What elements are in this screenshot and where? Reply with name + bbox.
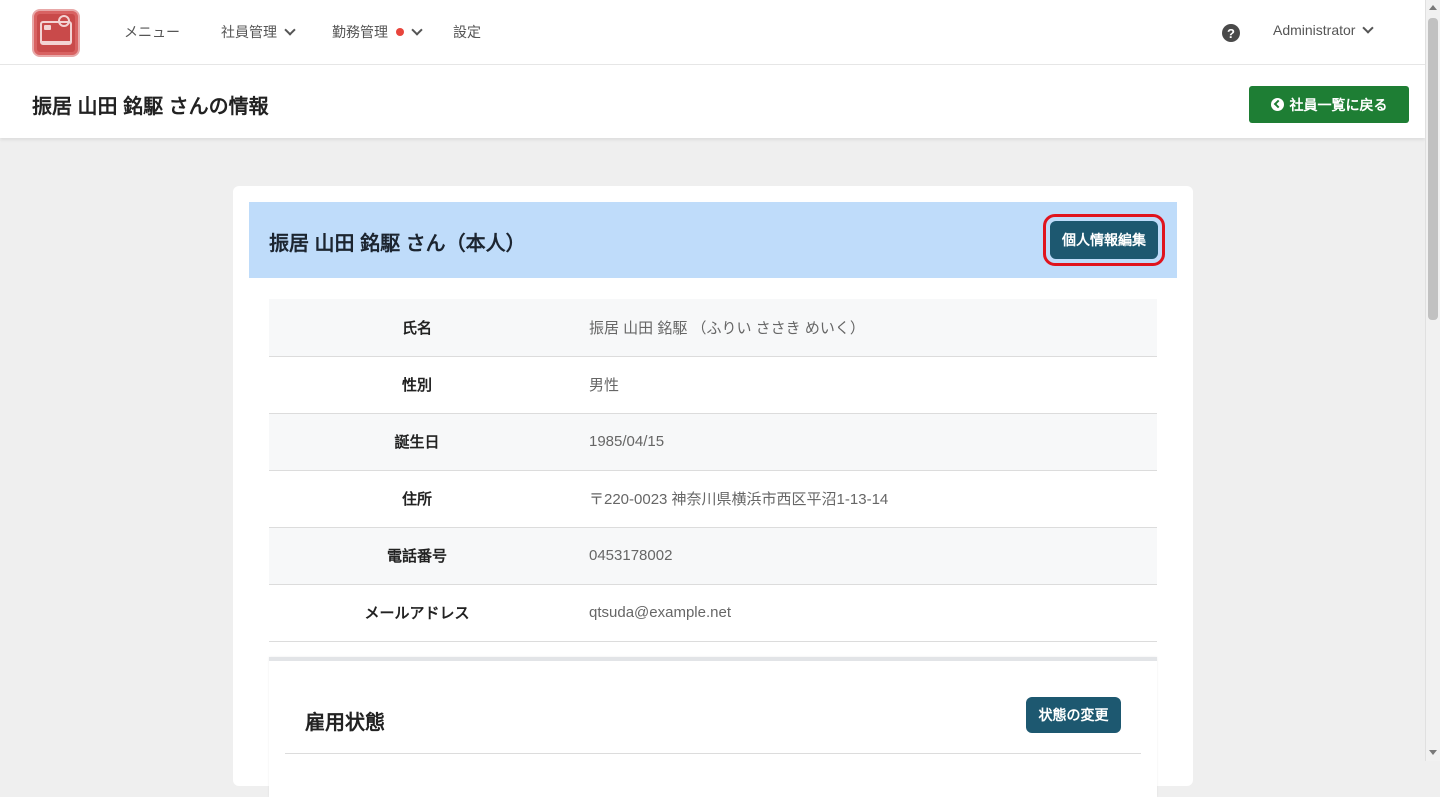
chevron-down-icon [284, 24, 296, 36]
page-header: 振居 山田 銘駆 さんの情報 社員一覧に戻る [0, 65, 1425, 138]
back-button-label: 社員一覧に戻る [1289, 96, 1388, 113]
row-value: qtsuda@example.net [589, 604, 731, 621]
table-row: 住所 〒220-0023 神奈川県横浜市西区平沼1-13-14 [269, 470, 1157, 527]
row-label: 誕生日 [394, 434, 440, 451]
row-label: メールアドレス [364, 605, 470, 622]
table-row: 誕生日 1985/04/15 [269, 413, 1157, 470]
row-value: 振居 山田 銘駆 （ふりい ささき めいく） [589, 319, 865, 337]
nav-employee-management[interactable]: 社員管理 [221, 22, 296, 42]
help-glyph: ? [1227, 25, 1235, 41]
row-label: 電話番号 [386, 548, 447, 565]
table-row: 氏名 振居 山田 銘駆 （ふりい ささき めいく） [269, 299, 1157, 356]
nav-settings-label: 設定 [453, 24, 481, 40]
chevron-down-icon [1362, 22, 1375, 34]
card-chip-icon [44, 25, 51, 30]
top-navbar: メニュー 社員管理 勤務管理 設定 ? Administrator [0, 0, 1425, 65]
lock-icon [58, 15, 70, 27]
page-title: 振居 山田 銘駆 さんの情報 [32, 96, 269, 118]
table-row: メールアドレス qtsuda@example.net [269, 584, 1157, 641]
card-title: 振居 山田 銘駆 さん（本人） [269, 233, 526, 255]
row-value: 男性 [589, 377, 620, 394]
card-header: 振居 山田 銘駆 さん（本人） 個人情報編集 [249, 202, 1177, 278]
scrollbar-thumb[interactable] [1428, 18, 1438, 320]
help-icon[interactable]: ? [1222, 24, 1240, 42]
user-name: Administrator [1273, 22, 1356, 38]
personal-info-table: 氏名 振居 山田 銘駆 （ふりい ささき めいく） 性別 男性 誕生日 1985… [269, 299, 1157, 642]
table-row: 電話番号 0453178002 [269, 527, 1157, 584]
employee-detail-card: 振居 山田 銘駆 さん（本人） 個人情報編集 氏名 振居 山田 銘駆 （ふりい … [233, 186, 1193, 797]
row-label: 住所 [401, 491, 432, 508]
row-value: 0453178002 [589, 547, 673, 564]
card-stripe-icon [42, 41, 70, 43]
scroll-down-arrow-icon[interactable] [1429, 750, 1437, 755]
row-value: 〒220-0023 神奈川県横浜市西区平沼1-13-14 [589, 491, 889, 508]
divider [285, 753, 1141, 754]
arrow-left-circle-icon [1270, 98, 1284, 111]
nav-employee-label: 社員管理 [221, 24, 277, 40]
employment-status-title: 雇用状態 [305, 712, 385, 734]
vertical-scrollbar[interactable] [1425, 0, 1440, 761]
nav-menu-label: メニュー [124, 24, 180, 40]
edit-personal-info-button[interactable]: 個人情報編集 [1050, 221, 1158, 259]
row-label: 氏名 [401, 319, 432, 337]
scroll-up-arrow-icon[interactable] [1429, 5, 1437, 10]
row-label: 性別 [401, 377, 432, 394]
nav-attendance-label: 勤務管理 [332, 24, 388, 40]
back-to-employee-list-button[interactable]: 社員一覧に戻る [1249, 86, 1409, 123]
highlight-ring: 個人情報編集 [1043, 214, 1165, 266]
employment-status-card: 雇用状態 状態の変更 [269, 657, 1157, 797]
table-row: 性別 男性 [269, 356, 1157, 413]
change-status-button[interactable]: 状態の変更 [1026, 697, 1121, 733]
row-value: 1985/04/15 [589, 433, 665, 450]
user-menu[interactable]: Administrator [1273, 22, 1375, 38]
nav-settings[interactable]: 設定 [453, 22, 481, 42]
app-logo[interactable] [32, 9, 80, 57]
notification-dot-icon [396, 28, 404, 36]
chevron-down-icon [411, 24, 423, 36]
nav-attendance-management[interactable]: 勤務管理 [332, 22, 423, 42]
nav-menu[interactable]: メニュー [124, 22, 180, 42]
